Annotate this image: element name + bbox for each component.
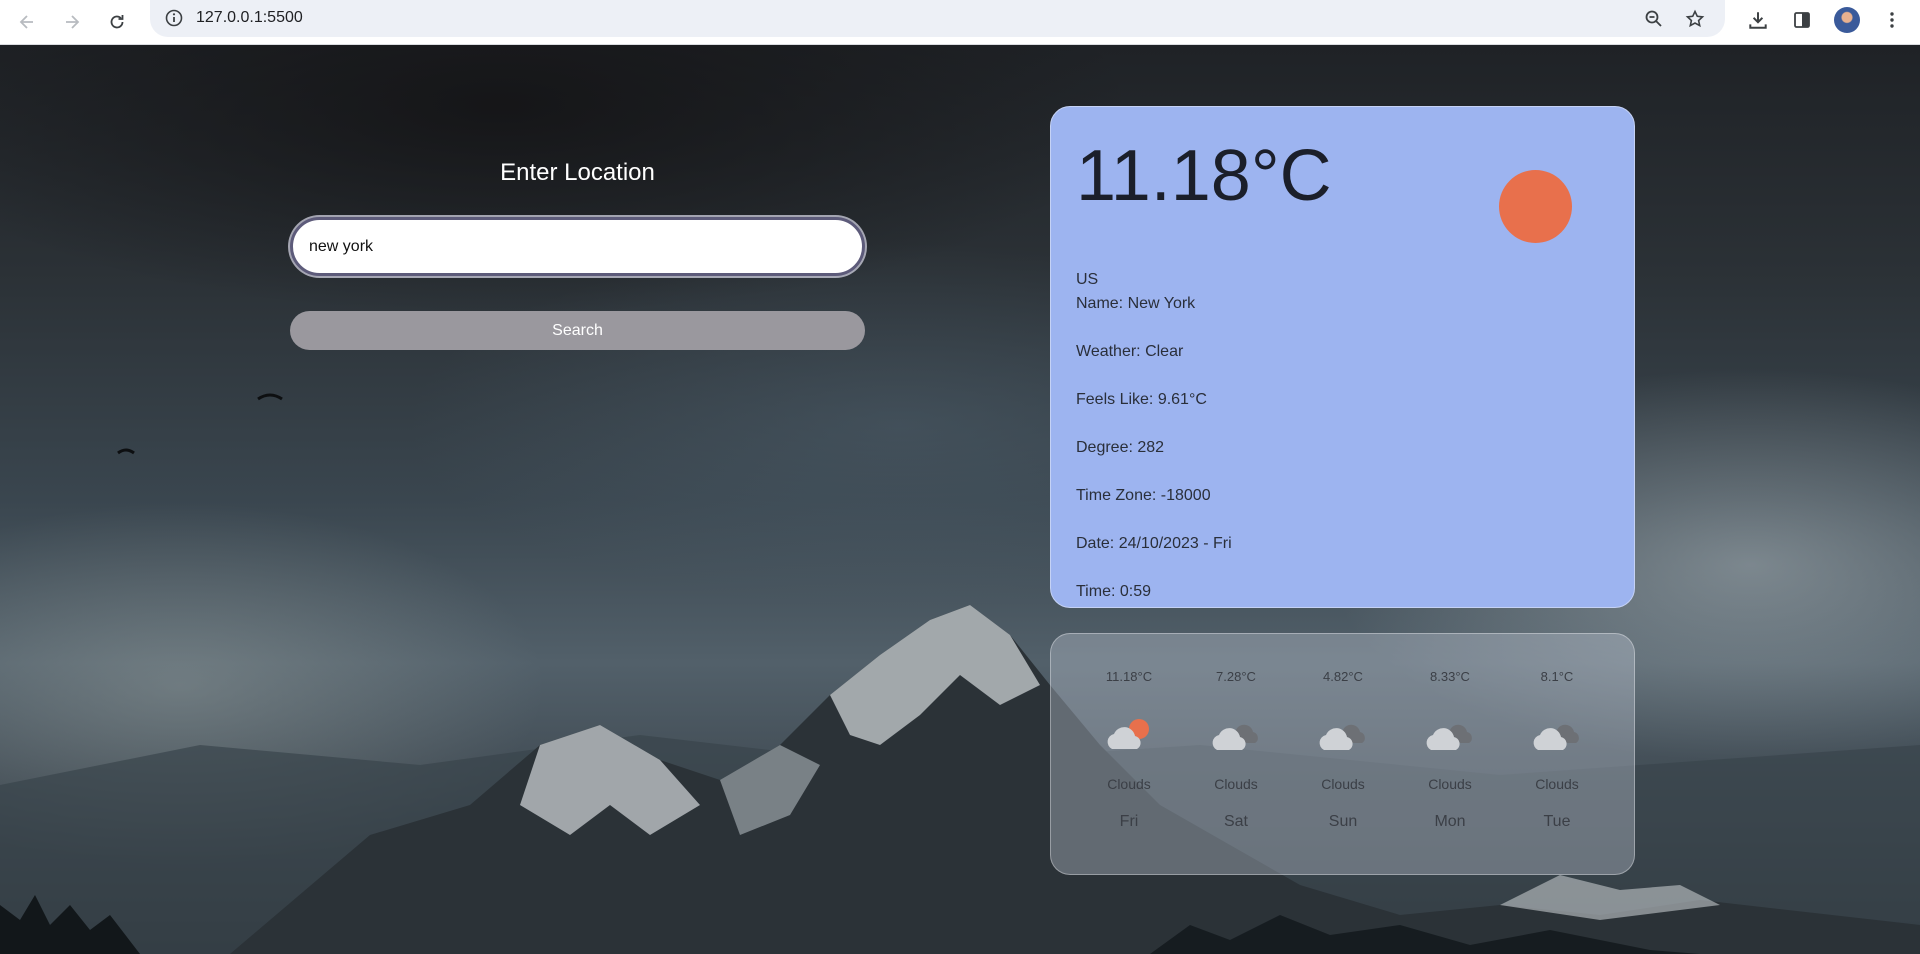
forecast-temp: 8.1°C — [1540, 669, 1574, 684]
forecast-temp: 11.18°C — [1105, 669, 1153, 684]
profile-button[interactable] — [1831, 4, 1863, 36]
forecast-temp: 7.28°C — [1216, 669, 1256, 684]
back-button[interactable] — [9, 4, 45, 40]
side-panel-button[interactable] — [1786, 4, 1818, 36]
date: Date: 24/10/2023 - Fri — [1076, 535, 1232, 552]
city-name: Name: New York — [1076, 295, 1196, 312]
location-heading: Enter Location — [500, 159, 655, 186]
site-info-icon[interactable] — [164, 8, 184, 28]
forecast-desc: Clouds — [1535, 776, 1579, 792]
time: Time: 0:59 — [1076, 583, 1151, 600]
forecast-desc: Clouds — [1428, 776, 1472, 792]
forward-button[interactable] — [54, 4, 90, 40]
search-button[interactable]: Search — [290, 311, 865, 350]
feels-like: Feels Like: 9.61°C — [1076, 391, 1207, 408]
forecast-panel: 11.18°C Clouds Fri 7.28°C Clouds Sat 4.8… — [1050, 633, 1635, 875]
forecast-day-name: Fri — [1119, 813, 1139, 830]
side-panel-icon — [1794, 12, 1810, 28]
reload-icon — [110, 15, 124, 29]
forward-arrow-icon — [66, 15, 80, 29]
reload-button[interactable] — [99, 4, 135, 40]
clouds-icon — [1426, 724, 1472, 750]
menu-button[interactable] — [1876, 4, 1908, 36]
forecast-day-name: Tue — [1543, 813, 1571, 830]
url-text[interactable]: 127.0.0.1:5500 — [196, 9, 303, 27]
page-background: Enter Location Search 11.18°C US Name: N… — [0, 45, 1920, 954]
current-temperature: 11.18°C — [1076, 136, 1332, 216]
forecast-desc: Clouds — [1214, 776, 1258, 792]
forecast-day-name: Sun — [1328, 813, 1358, 830]
address-bar[interactable]: 127.0.0.1:5500 — [150, 0, 1725, 37]
browser-toolbar: 127.0.0.1:5500 — [0, 0, 1920, 45]
weather-condition: Weather: Clear — [1076, 343, 1184, 360]
forecast-temp: 4.82°C — [1323, 669, 1363, 684]
clouds-icon — [1319, 724, 1365, 750]
wind-degree: Degree: 282 — [1076, 439, 1165, 456]
country-code: US — [1076, 271, 1099, 288]
clouds-icon — [1533, 724, 1579, 750]
avatar — [1834, 7, 1860, 33]
forecast-desc: Clouds — [1321, 776, 1365, 792]
time-zone: Time Zone: -18000 — [1076, 487, 1211, 504]
clouds-icon — [1212, 724, 1258, 750]
location-search-input[interactable] — [290, 217, 865, 276]
forecast-day-name: Sat — [1223, 813, 1248, 830]
zoom-icon — [1645, 10, 1662, 27]
sun-icon — [1499, 170, 1572, 243]
star-icon — [1685, 9, 1705, 28]
partly-cloudy-icon — [1107, 719, 1149, 749]
forecast-day-name: Mon — [1434, 813, 1466, 830]
bookmark-button[interactable] — [1682, 6, 1708, 32]
back-arrow-icon — [19, 15, 33, 29]
download-icon — [1749, 12, 1767, 29]
more-vert-icon — [1890, 12, 1894, 28]
forecast-desc: Clouds — [1107, 776, 1151, 792]
downloads-button[interactable] — [1742, 4, 1774, 36]
forecast-temp: 8.33°C — [1430, 669, 1470, 684]
zoom-button[interactable] — [1641, 6, 1667, 32]
current-weather-card: 11.18°C US Name: New York Weather: Clear… — [1050, 106, 1635, 608]
